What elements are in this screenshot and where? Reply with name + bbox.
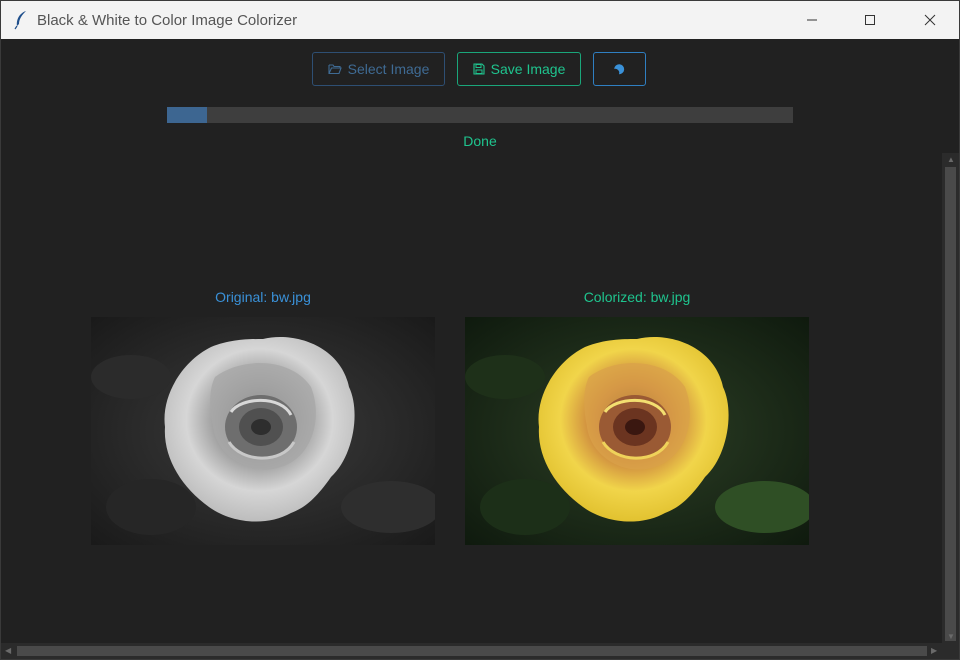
minimize-icon — [807, 19, 817, 21]
scroll-left-icon[interactable]: ◀ — [5, 647, 11, 655]
close-icon — [924, 14, 936, 26]
feather-icon — [14, 11, 26, 30]
original-image — [91, 317, 435, 545]
colorized-image-label: Colorized: bw.jpg — [583, 289, 691, 305]
select-image-label: Select Image — [347, 61, 430, 77]
scroll-up-icon[interactable]: ▲ — [947, 156, 955, 164]
select-image-button[interactable]: Select Image — [312, 52, 445, 86]
minimize-button[interactable] — [783, 1, 841, 39]
maximize-icon — [865, 15, 875, 25]
maximize-button[interactable] — [841, 1, 899, 39]
vertical-scrollbar[interactable]: ▲ ▼ — [942, 153, 959, 645]
horizontal-scrollbar[interactable]: ◀ ▶ — [1, 643, 959, 659]
save-image-button[interactable]: Save Image — [457, 52, 581, 86]
title-bar[interactable]: Black & White to Color Image Colorizer — [1, 1, 959, 39]
scroll-down-icon[interactable]: ▼ — [947, 633, 955, 641]
theme-toggle-button[interactable] — [593, 52, 646, 86]
vertical-scroll-thumb[interactable] — [945, 167, 956, 641]
floppy-disk-icon — [473, 63, 485, 75]
horizontal-scroll-thumb[interactable] — [17, 646, 927, 656]
status-text: Done — [463, 133, 497, 149]
original-image-label: Original: bw.jpg — [215, 289, 311, 305]
close-button[interactable] — [901, 1, 959, 39]
main-content: Select Image Save Image Done Original: b… — [1, 39, 959, 659]
app-window: Black & White to Color Image Colorizer S… — [0, 0, 960, 660]
folder-open-icon — [328, 64, 342, 75]
scroll-right-icon[interactable]: ▶ — [931, 647, 937, 655]
progress-bar-fill — [167, 107, 208, 123]
colorized-image — [465, 317, 809, 545]
save-image-label: Save Image — [490, 61, 566, 77]
progress-bar — [167, 107, 793, 123]
moon-icon — [613, 64, 624, 75]
window-title: Black & White to Color Image Colorizer — [37, 12, 298, 29]
